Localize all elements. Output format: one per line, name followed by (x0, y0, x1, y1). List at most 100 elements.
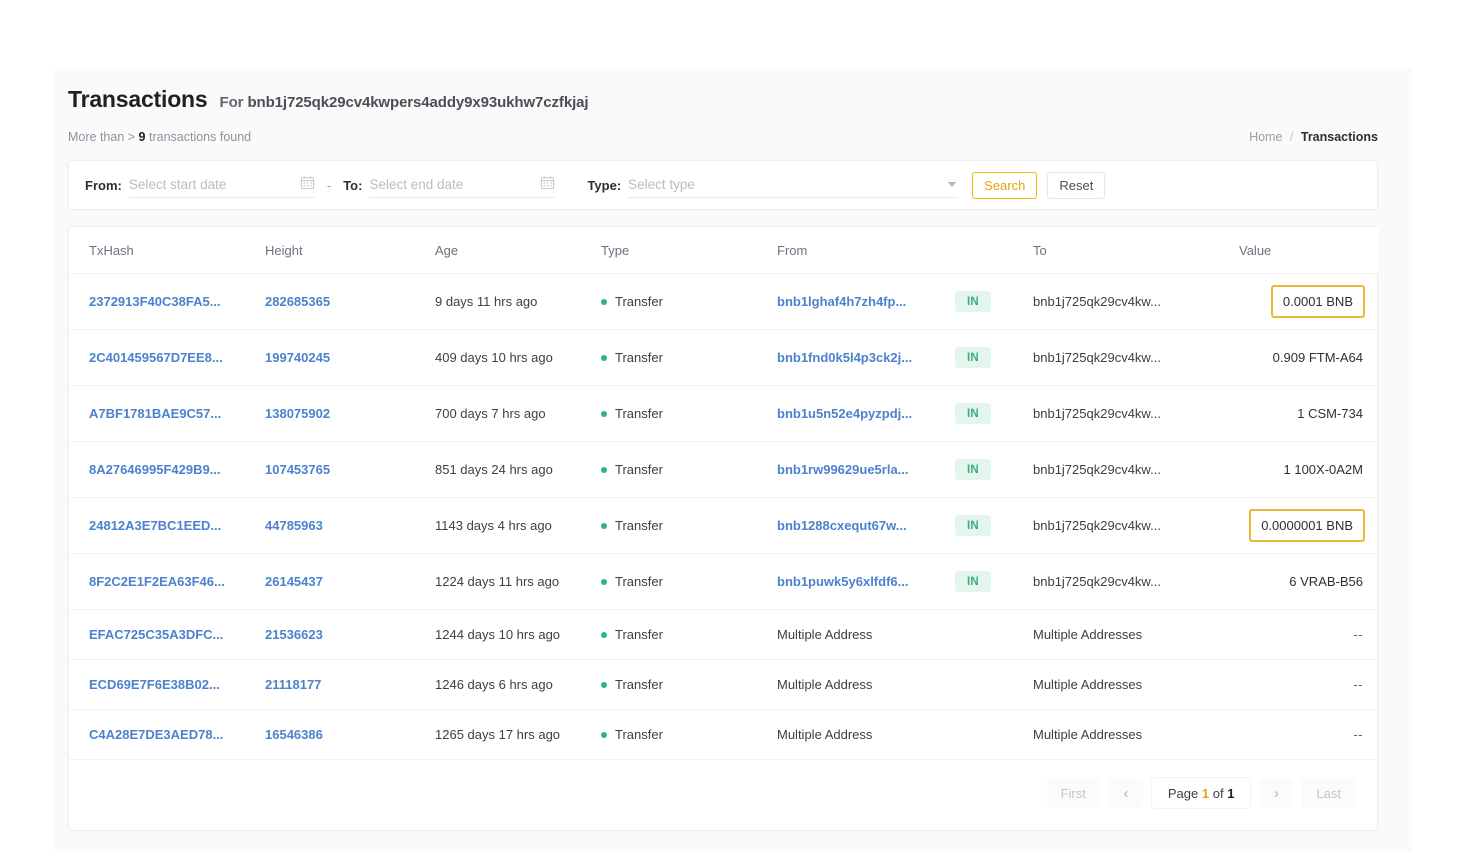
txhash-link[interactable]: 2C401459567D7EE8... (89, 350, 223, 365)
status-dot-icon (601, 522, 607, 529)
end-date-input[interactable]: Select end date (369, 172, 556, 198)
reset-button[interactable]: Reset (1047, 171, 1106, 199)
type-field: Type: Select type (587, 172, 959, 198)
column-header-from: From (777, 227, 1033, 274)
table-row: 2372913F40C38FA5... 282685365 9 days 11 hr… (69, 273, 1379, 330)
pagination-next-button[interactable]: › (1259, 778, 1294, 808)
pagination-prev-button[interactable]: ‹ (1108, 778, 1143, 808)
txhash-link[interactable]: A7BF1781BAE9C57... (89, 406, 221, 421)
start-date-input[interactable]: Select start date (128, 172, 315, 198)
column-header-value: Value (1239, 227, 1379, 274)
from-address-text: Multiple Address (777, 727, 873, 742)
pagination-current-page: 1 (1201, 785, 1210, 801)
from-address-link[interactable]: bnb1lghaf4h7zh4fp... (777, 294, 906, 309)
pagination-last-button[interactable]: Last (1302, 778, 1355, 808)
cell-age: 409 days 10 hrs ago (435, 329, 601, 386)
cell-txhash: ECD69E7F6E38B02... (69, 659, 265, 710)
for-label: For (219, 94, 244, 111)
from-address-link[interactable]: bnb1puwk5y6xlfdf6... (777, 574, 908, 589)
filter-bar: From: Select start date - To: Select end… (68, 160, 1378, 210)
cell-age: 1143 days 4 hrs ago (435, 497, 601, 554)
type-label: Transfer (615, 518, 663, 533)
height-link[interactable]: 282685365 (265, 294, 330, 309)
from-address-wrapper: bnb1fnd0k5l4p3ck2j... (777, 350, 955, 365)
from-wrapper: bnb1puwk5y6xlfdf6... IN (777, 571, 1033, 592)
age-text: 409 days 10 hrs ago (435, 350, 553, 365)
type-select[interactable]: Select type (628, 172, 959, 198)
height-link[interactable]: 26145437 (265, 574, 323, 589)
height-link[interactable]: 16546386 (265, 727, 323, 742)
height-link[interactable]: 21536623 (265, 627, 323, 642)
found-prefix: More than > (68, 130, 136, 144)
from-address-link[interactable]: bnb1rw99629ue5rla... (777, 462, 909, 477)
from-address-wrapper: Multiple Address (777, 627, 955, 642)
from-wrapper: bnb1rw99629ue5rla... IN (777, 459, 1033, 480)
status-dot-icon (601, 354, 607, 361)
cell-txhash: 8A27646995F429B9... (69, 441, 265, 498)
direction-badge: IN (955, 347, 991, 368)
value-text: 0.909 FTM-A64 (1272, 350, 1363, 365)
breadcrumb: Home / Transactions (1249, 130, 1378, 144)
cell-value: 1 CSM-734 (1239, 385, 1379, 442)
value-empty: -- (1353, 627, 1363, 642)
cell-type: Transfer (601, 329, 777, 386)
pagination-page-word: Page (1167, 785, 1199, 801)
pagination-total-pages: 1 (1227, 785, 1235, 801)
cell-age: 700 days 7 hrs ago (435, 385, 601, 442)
type-indicator: Transfer (601, 727, 777, 742)
cell-height: 21118177 (265, 659, 435, 710)
chevron-down-icon[interactable] (948, 182, 957, 187)
height-link[interactable]: 199740245 (265, 350, 330, 365)
from-address-wrapper: bnb1u5n52e4pyzpdj... (777, 406, 955, 421)
from-wrapper: bnb1288cxequt67w... IN (777, 515, 1033, 536)
txhash-link[interactable]: 8A27646995F429B9... (89, 462, 221, 477)
type-label: Transfer (615, 406, 663, 421)
from-address-link[interactable]: bnb1u5n52e4pyzpdj... (777, 406, 912, 421)
type-label: Transfer (615, 677, 663, 692)
txhash-link[interactable]: 2372913F40C38FA5... (89, 294, 221, 309)
from-address-wrapper: bnb1lghaf4h7zh4fp... (777, 294, 955, 309)
cell-to: Multiple Addresses (1033, 709, 1239, 760)
height-link[interactable]: 138075902 (265, 406, 330, 421)
from-address-link[interactable]: bnb1288cxequt67w... (777, 518, 907, 533)
from-address-wrapper: Multiple Address (777, 727, 955, 742)
found-suffix: transactions found (148, 130, 252, 144)
cell-age: 851 days 24 hrs ago (435, 441, 601, 498)
cell-txhash: 24812A3E7BC1EED... (69, 497, 265, 554)
cell-value: -- (1239, 659, 1379, 710)
status-dot-icon (601, 631, 607, 638)
type-indicator: Transfer (601, 462, 777, 477)
status-dot-icon (601, 410, 607, 417)
cell-type: Transfer (601, 553, 777, 610)
type-label: Transfer (615, 294, 663, 309)
search-button[interactable]: Search (972, 171, 1038, 199)
txhash-link[interactable]: 24812A3E7BC1EED... (89, 518, 221, 533)
cell-txhash: 8F2C2E1F2EA63F46... (69, 553, 265, 610)
calendar-icon[interactable] (300, 175, 315, 195)
txhash-link[interactable]: EFAC725C35A3DFC... (89, 627, 223, 642)
height-link[interactable]: 21118177 (265, 677, 321, 692)
from-address-link[interactable]: bnb1fnd0k5l4p3ck2j... (777, 350, 912, 365)
cell-type: Transfer (601, 497, 777, 554)
txhash-link[interactable]: ECD69E7F6E38B02... (89, 677, 220, 692)
transactions-page: Transactions For bnb1j725qk29cv4kwpers4a… (68, 86, 1379, 831)
direction-badge: IN (955, 291, 991, 312)
txhash-link[interactable]: 8F2C2E1F2EA63F46... (89, 574, 225, 589)
age-text: 1246 days 6 hrs ago (435, 677, 553, 692)
cell-height: 138075902 (265, 385, 435, 442)
txhash-link[interactable]: C4A28E7DE3AED78... (89, 727, 223, 742)
type-indicator: Transfer (601, 350, 777, 365)
type-indicator: Transfer (601, 406, 777, 421)
height-link[interactable]: 107453765 (265, 462, 330, 477)
age-text: 1244 days 10 hrs ago (435, 627, 561, 642)
from-wrapper: Multiple Address (777, 677, 1033, 692)
height-link[interactable]: 44785963 (265, 518, 323, 533)
breadcrumb-home[interactable]: Home (1249, 130, 1282, 144)
to-address-text: bnb1j725qk29cv4kw... (1033, 518, 1161, 533)
pagination-first-button[interactable]: First (1046, 778, 1100, 808)
pagination-page-indicator: Page 1 of 1 (1151, 778, 1251, 808)
type-label: Transfer (615, 727, 663, 742)
page-root: Transactions For bnb1j725qk29cv4kwpers4a… (0, 0, 1460, 852)
calendar-icon[interactable] (540, 175, 555, 195)
cell-from: Multiple Address (777, 709, 1033, 760)
